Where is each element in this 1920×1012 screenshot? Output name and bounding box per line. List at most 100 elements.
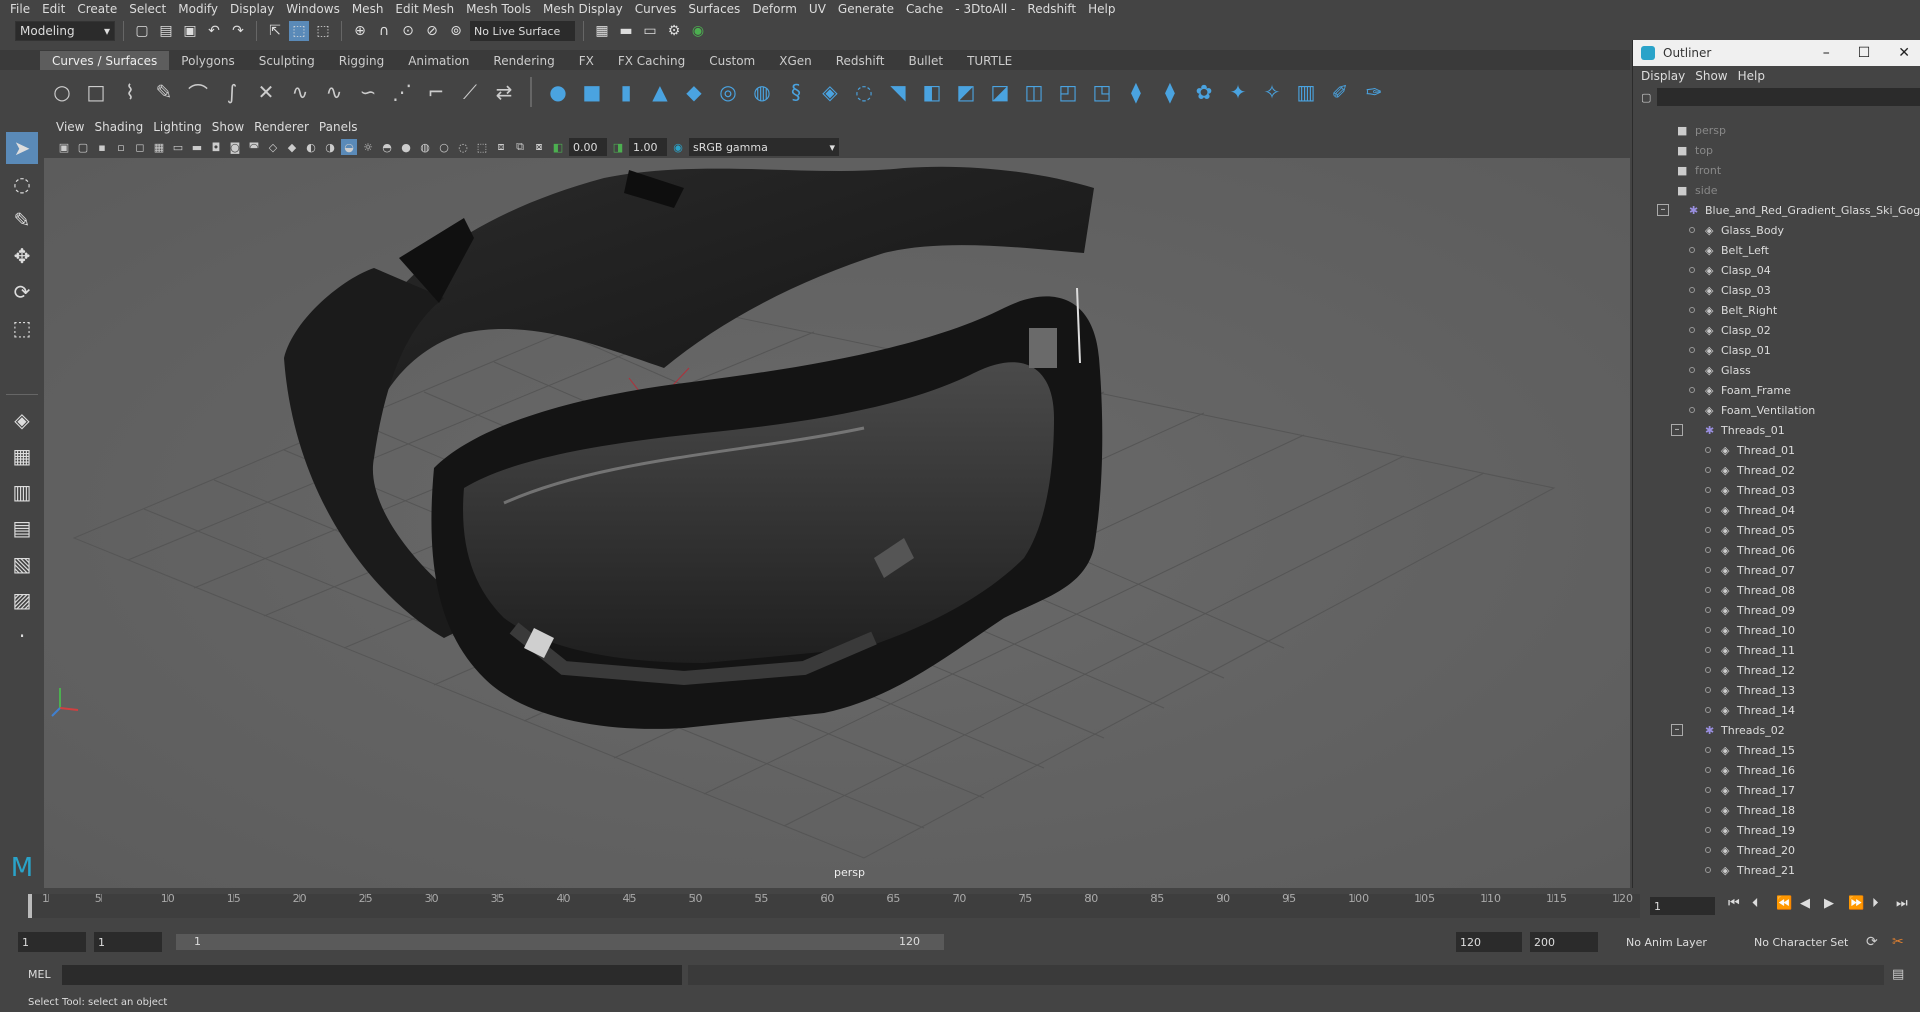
visibility-dot-icon[interactable]	[1689, 347, 1695, 353]
outliner-item[interactable]: ■ side	[1633, 180, 1920, 200]
outliner-item[interactable]: ◈ Thread_21	[1633, 860, 1920, 880]
resolution-gate-icon[interactable]: ▭	[170, 139, 186, 155]
visibility-dot-icon[interactable]	[1705, 467, 1711, 473]
render-frame-icon[interactable]: ▬	[616, 21, 636, 41]
bevel-plus-icon[interactable]: ◫	[1020, 78, 1048, 106]
menu-set-select[interactable]: Modeling ▾	[15, 21, 115, 41]
outliner-item[interactable]: ◈ Thread_13	[1633, 680, 1920, 700]
lasso-tool-icon[interactable]: ◌	[6, 168, 38, 200]
visibility-dot-icon[interactable]	[1689, 227, 1695, 233]
visibility-dot-icon[interactable]	[1705, 747, 1711, 753]
auto-key-icon[interactable]: ⟳	[1866, 934, 1878, 950]
xray-icon[interactable]: ⧈	[493, 139, 509, 155]
playback-end-field[interactable]: 120	[1456, 932, 1522, 952]
menu-curves[interactable]: Curves	[631, 2, 685, 16]
rotate-tool-icon[interactable]: ⟳	[6, 276, 38, 308]
xray-joints-icon[interactable]: ⧉	[512, 139, 528, 155]
gamma-field[interactable]: 1.00	[629, 138, 667, 156]
outliner-item[interactable]: ◈ Thread_06	[1633, 540, 1920, 560]
camera-lock-icon[interactable]: ▢	[75, 139, 91, 155]
insert-isoparms-icon[interactable]: ✦	[1224, 78, 1252, 106]
minimize-icon[interactable]: –	[1823, 45, 1830, 61]
open-scene-icon[interactable]: ▤	[156, 21, 176, 41]
safe-action-icon[interactable]: ◙	[227, 139, 243, 155]
outliner-item[interactable]: ◈ Belt_Left	[1633, 240, 1920, 260]
select-tool-icon[interactable]: ➤	[6, 132, 38, 164]
visibility-dot-icon[interactable]	[1705, 607, 1711, 613]
single-perspective-layout-icon[interactable]: ◈	[6, 404, 38, 436]
menu-mesh-tools[interactable]: Mesh Tools	[462, 2, 539, 16]
color-management-icon[interactable]: ◉	[670, 139, 686, 155]
outliner-item[interactable]: ◈ Thread_16	[1633, 760, 1920, 780]
outliner-item[interactable]: ◈ Thread_20	[1633, 840, 1920, 860]
visibility-dot-icon[interactable]	[1705, 687, 1711, 693]
grid-icon[interactable]: ▦	[151, 139, 167, 155]
menu-modify[interactable]: Modify	[174, 2, 226, 16]
menu-create[interactable]: Create	[73, 2, 125, 16]
menu-redshift[interactable]: Redshift	[1023, 2, 1084, 16]
cv-curve-icon[interactable]: ⌒	[184, 78, 212, 106]
collapse-icon[interactable]: –	[1671, 424, 1683, 436]
menu-edit-mesh[interactable]: Edit Mesh	[391, 2, 462, 16]
visibility-dot-icon[interactable]	[1689, 407, 1695, 413]
outliner-item[interactable]: ◈ Foam_Ventilation	[1633, 400, 1920, 420]
start-time-field[interactable]: 1	[18, 932, 86, 952]
nurbs-sphere-icon[interactable]: ●	[544, 78, 572, 106]
visibility-dot-icon[interactable]	[1689, 387, 1695, 393]
step-back-key-icon[interactable]: ⏴	[1752, 896, 1759, 911]
open-close-surfaces-icon[interactable]: ✿	[1190, 78, 1218, 106]
exposure-icon[interactable]: ◧	[550, 139, 566, 155]
shelf-tab-rigging[interactable]: Rigging	[327, 51, 396, 70]
film-gate-icon[interactable]: ◻	[132, 139, 148, 155]
go-to-start-icon[interactable]: ⏮	[1728, 896, 1740, 911]
more-layouts-icon[interactable]: ·	[6, 620, 38, 652]
visibility-dot-icon[interactable]	[1689, 367, 1695, 373]
outliner-item[interactable]: ◈ Thread_18	[1633, 800, 1920, 820]
script-editor-icon[interactable]: ▤	[1892, 967, 1904, 982]
visibility-dot-icon[interactable]	[1705, 627, 1711, 633]
outliner-search-input[interactable]	[1657, 88, 1920, 106]
attach-surfaces-icon[interactable]: ⧫	[1122, 78, 1150, 106]
visibility-dot-icon[interactable]	[1689, 327, 1695, 333]
move-tool-icon[interactable]: ✥	[6, 240, 38, 272]
visibility-dot-icon[interactable]	[1705, 547, 1711, 553]
outliner-item[interactable]: ◈ Thread_10	[1633, 620, 1920, 640]
curve-intersect-icon[interactable]: ✕	[252, 78, 280, 106]
step-back-frame-icon[interactable]: ⏪	[1776, 896, 1792, 911]
current-time-indicator[interactable]	[28, 894, 32, 918]
boundary-icon[interactable]: ◧	[918, 78, 946, 106]
visibility-dot-icon[interactable]	[1689, 287, 1695, 293]
time-slider-track[interactable]: 1 5 10 15 20 25 30 35 40 45 50 55 60 65 70 75 80 85 90 95 10…	[28, 892, 1640, 918]
undo-icon[interactable]: ↶	[204, 21, 224, 41]
rebuild-surface-icon[interactable]: ▥	[1292, 78, 1320, 106]
nurbs-cone-icon[interactable]: ▲	[646, 78, 674, 106]
shelf-tab-sculpting[interactable]: Sculpting	[247, 51, 327, 70]
outliner-item[interactable]: ◈ Thread_17	[1633, 780, 1920, 800]
menu-deform[interactable]: Deform	[748, 2, 805, 16]
visibility-dot-icon[interactable]	[1705, 507, 1711, 513]
nurbs-torus-icon[interactable]: ◎	[714, 78, 742, 106]
extrude-icon[interactable]: ◌	[850, 78, 878, 106]
hypershade-layout-icon[interactable]: ▨	[6, 584, 38, 616]
snap-live-icon[interactable]: ⊚	[446, 21, 466, 41]
shelf-tab-animation[interactable]: Animation	[396, 51, 481, 70]
outliner-item[interactable]: ◈ Thread_05	[1633, 520, 1920, 540]
viewport-menu-renderer[interactable]: Renderer	[252, 120, 317, 134]
outliner-item[interactable]: ◈ Thread_03	[1633, 480, 1920, 500]
visibility-dot-icon[interactable]	[1705, 527, 1711, 533]
outliner-item[interactable]: ◈ Belt_Right	[1633, 300, 1920, 320]
select-hierarchy-icon[interactable]: ⇱	[265, 21, 285, 41]
outliner-item[interactable]: ◈ Thread_09	[1633, 600, 1920, 620]
ipr-render-icon[interactable]: ▭	[640, 21, 660, 41]
visibility-dot-icon[interactable]	[1705, 647, 1711, 653]
bevel-icon[interactable]: ◪	[986, 78, 1014, 106]
visibility-dot-icon[interactable]	[1705, 587, 1711, 593]
menu-generate[interactable]: Generate	[834, 2, 902, 16]
outliner-menu-display[interactable]: Display	[1641, 69, 1695, 83]
outliner-item[interactable]: ◈ Thread_04	[1633, 500, 1920, 520]
outliner-item[interactable]: – ✱ Threads_02	[1633, 720, 1920, 740]
detach-surfaces-icon[interactable]: ⧫	[1156, 78, 1184, 106]
end-time-field[interactable]: 200	[1530, 932, 1598, 952]
shelf-tab-rendering[interactable]: Rendering	[481, 51, 566, 70]
outliner-item[interactable]: ◈ Foam_Frame	[1633, 380, 1920, 400]
